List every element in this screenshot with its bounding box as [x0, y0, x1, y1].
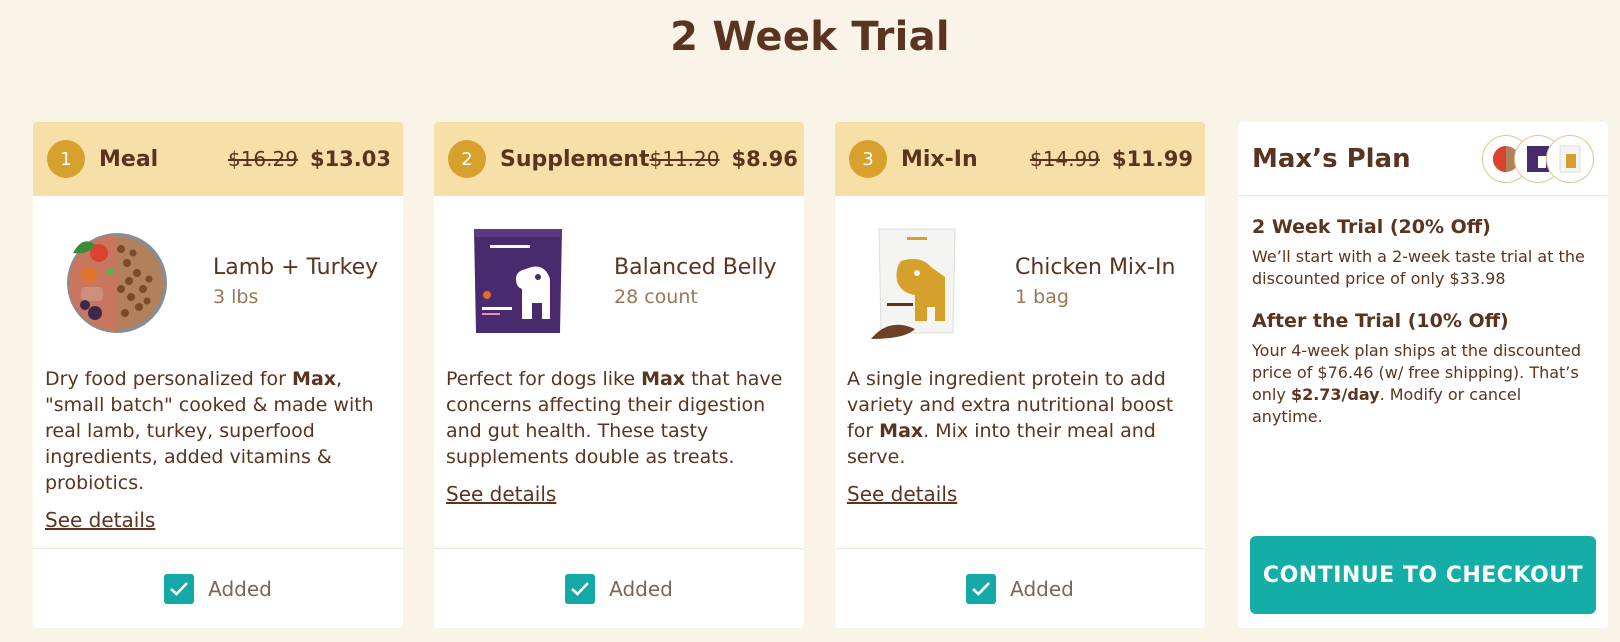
product-name: Lamb + Turkey — [213, 254, 379, 280]
added-label: Added — [1010, 576, 1074, 601]
continue-to-checkout-button[interactable]: CONTINUE TO CHECKOUT — [1250, 536, 1596, 614]
checkmark-icon — [571, 581, 590, 596]
product-description: A single ingredient protein to add varie… — [835, 366, 1205, 470]
card-footer: Added — [33, 548, 403, 628]
discounted-price: $8.96 — [731, 147, 798, 171]
checkmark-icon — [170, 581, 189, 596]
product-name: Chicken Mix-In — [1015, 254, 1176, 280]
product-row: Lamb + Turkey 3 lbs — [33, 196, 403, 366]
see-details-link[interactable]: See details — [847, 482, 957, 506]
added-checkbox[interactable] — [164, 573, 195, 604]
discounted-price: $11.99 — [1111, 147, 1193, 171]
product-name: Balanced Belly — [614, 254, 777, 280]
card-title: Meal — [99, 146, 159, 172]
see-details-link[interactable]: See details — [446, 482, 556, 506]
desc-text: Perfect for dogs like — [446, 368, 642, 390]
card-header: 1 Meal $16.29 $13.03 — [33, 122, 403, 196]
supplement-card: 2 Supplement $11.20 $8.96 Balanced Belly… — [434, 122, 804, 628]
trial-section-title: 2 Week Trial (20% Off) — [1252, 216, 1491, 238]
page-title: 2 Week Trial — [670, 14, 950, 60]
added-checkbox[interactable] — [966, 573, 997, 604]
added-checkbox[interactable] — [565, 573, 596, 604]
original-price: $16.29 — [227, 147, 298, 171]
step-badge: 1 — [47, 140, 85, 178]
desc-text: Dry food personalized for — [45, 368, 293, 390]
mixin-bag-icon — [871, 228, 956, 339]
step-badge: 3 — [849, 140, 887, 178]
mixin-bag-thumbnail — [1546, 134, 1594, 183]
product-quantity: 1 bag — [1015, 285, 1069, 308]
card-title: Mix-In — [901, 146, 978, 172]
added-label: Added — [208, 576, 272, 601]
product-quantity: 3 lbs — [213, 285, 259, 308]
plan-summary-card: Max’s Plan 2 Week Trial (20% Off) We’ll … — [1238, 122, 1608, 628]
card-header: 3 Mix-In $14.99 $11.99 — [835, 122, 1205, 196]
dog-name: Max — [879, 420, 924, 442]
checkmark-icon — [972, 581, 991, 596]
see-details-link[interactable]: See details — [45, 508, 155, 532]
product-quantity: 28 count — [614, 285, 698, 308]
dog-name: Max — [292, 368, 337, 390]
product-description: Dry food personalized for Max, "small ba… — [33, 366, 403, 496]
mixin-card: 3 Mix-In $14.99 $11.99 Chicken Mix-In 1 … — [835, 122, 1205, 628]
product-row: Chicken Mix-In 1 bag — [835, 196, 1205, 366]
after-trial-section-text: Your 4-week plan ships at the discounted… — [1252, 340, 1594, 428]
dog-name: Max — [641, 368, 686, 390]
meal-card: 1 Meal $16.29 $13.03 Lamb + Turkey 3 lbs… — [33, 122, 403, 628]
card-header: 2 Supplement $11.20 $8.96 — [434, 122, 804, 196]
product-row: Balanced Belly 28 count — [434, 196, 804, 366]
plan-header: Max’s Plan — [1238, 122, 1608, 196]
added-label: Added — [609, 576, 673, 601]
plan-title: Max’s Plan — [1252, 143, 1411, 174]
trial-section-text: We’ll start with a 2-week taste trial at… — [1252, 247, 1585, 288]
original-price: $11.20 — [649, 147, 720, 171]
product-description: Perfect for dogs like Max that have conc… — [434, 366, 804, 470]
food-bowl-icon — [67, 233, 167, 333]
card-title: Supplement — [500, 146, 650, 172]
card-footer: Added — [434, 548, 804, 628]
per-day-price: $2.73/day — [1290, 385, 1380, 404]
after-trial-section-title: After the Trial (10% Off) — [1252, 310, 1509, 332]
original-price: $14.99 — [1029, 147, 1100, 171]
plan-thumbnails — [1482, 134, 1594, 183]
step-badge: 2 — [448, 140, 486, 178]
card-footer: Added — [835, 548, 1205, 628]
supplement-bag-icon — [474, 229, 562, 333]
discounted-price: $13.03 — [309, 147, 391, 171]
